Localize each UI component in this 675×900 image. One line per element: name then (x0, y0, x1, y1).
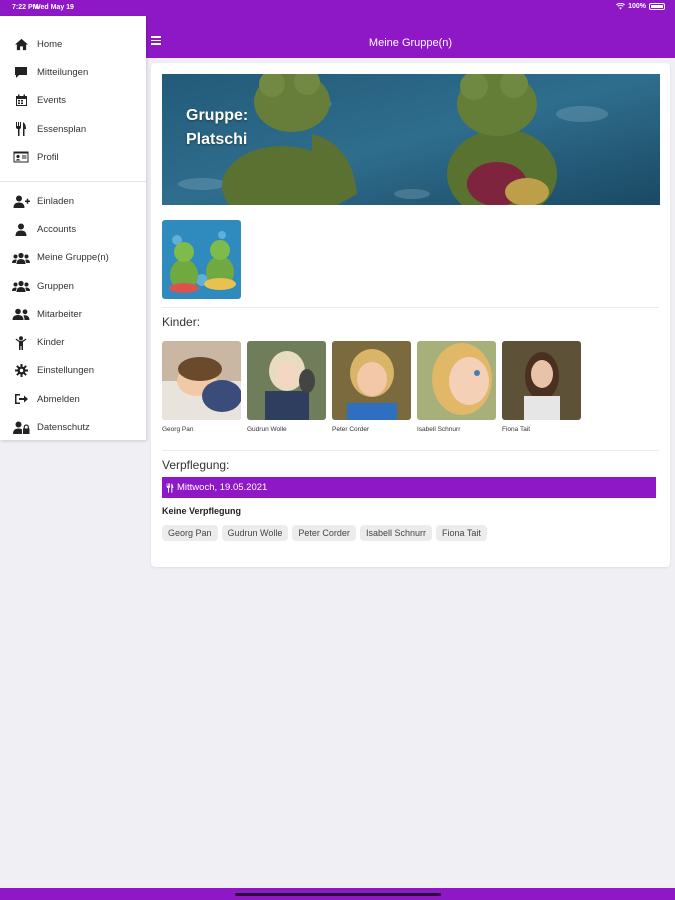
battery-percent: 100% (628, 3, 646, 10)
sidebar-item-home[interactable]: Home (0, 30, 146, 58)
sidebar-group-main: Home Mitteilungen Events Essensplan Prof… (0, 30, 146, 171)
sidebar-item-accounts[interactable]: Accounts (0, 215, 146, 243)
sidebar-item-einstellungen[interactable]: Einstellungen (0, 357, 146, 385)
child-chip[interactable]: Fiona Tait (435, 525, 487, 541)
sidebar-item-meine-gruppen[interactable]: Meine Gruppe(n) (0, 244, 146, 272)
user-friends-icon (12, 307, 30, 321)
gear-icon (12, 364, 30, 378)
child-name: Gudrun Wolle (247, 426, 287, 433)
sidebar-item-label: Gruppen (37, 280, 74, 292)
sidebar-item-label: Mitarbeiter (37, 308, 82, 320)
app-bar: Meine Gruppe(n) (146, 16, 675, 58)
child-chip[interactable]: Georg Pan (162, 525, 218, 541)
status-date: Wed May 19 (34, 4, 74, 11)
divider (162, 307, 659, 308)
child-photo (247, 341, 326, 420)
sidebar-item-mitarbeiter[interactable]: Mitarbeiter (0, 300, 146, 328)
child-card[interactable]: Peter Corder (332, 341, 411, 433)
sidebar: Home Mitteilungen Events Essensplan Prof… (0, 16, 146, 440)
sidebar-item-label: Profil (37, 151, 59, 163)
child-photo (162, 341, 241, 420)
cutlery-icon (166, 482, 174, 493)
sidebar-group-admin: Einladen Accounts Meine Gruppe(n) Gruppe… (0, 187, 146, 442)
id-card-icon (12, 150, 30, 164)
status-bar: 7:22 PM Wed May 19 100% (0, 0, 675, 16)
wifi-icon (616, 3, 626, 10)
page-title: Meine Gruppe(n) (368, 37, 453, 49)
sidebar-item-label: Mitteilungen (37, 66, 89, 78)
calendar-icon (12, 94, 30, 108)
group-title: Gruppe: Platschi (186, 104, 248, 152)
sidebar-item-einladen[interactable]: Einladen (0, 187, 146, 215)
home-icon (12, 37, 30, 51)
children-list: Georg Pan Gudrun Wolle Peter Corder Isab… (162, 341, 581, 433)
battery-icon (649, 3, 665, 10)
sidebar-item-abmelden[interactable]: Abmelden (0, 385, 146, 413)
child-icon (12, 335, 30, 350)
sidebar-item-label: Home (37, 38, 63, 50)
sidebar-item-label: Datenschutz (37, 422, 90, 434)
sidebar-item-label: Meine Gruppe(n) (37, 252, 109, 264)
meal-day-bar[interactable]: Mittwoch, 19.05.2021 (162, 477, 656, 498)
child-photo (332, 341, 411, 420)
child-chip[interactable]: Gudrun Wolle (221, 525, 289, 541)
sidebar-item-label: Einstellungen (37, 365, 95, 377)
sidebar-item-profil[interactable]: Profil (0, 143, 146, 171)
sidebar-item-datenschutz[interactable]: Datenschutz (0, 413, 146, 441)
user-lock-icon (12, 421, 30, 435)
message-icon (12, 65, 30, 79)
cutlery-icon (12, 122, 30, 137)
sidebar-item-events[interactable]: Events (0, 87, 146, 115)
users-icon (12, 251, 30, 265)
no-meal-label: Keine Verpflegung (162, 506, 242, 516)
sidebar-item-essensplan[interactable]: Essensplan (0, 115, 146, 143)
sign-out-icon (12, 392, 30, 406)
sidebar-item-mitteilungen[interactable]: Mitteilungen (0, 58, 146, 86)
sidebar-item-label: Abmelden (37, 393, 80, 405)
child-chip[interactable]: Peter Corder (292, 525, 356, 541)
user-plus-icon (12, 194, 30, 208)
sidebar-item-gruppen[interactable]: Gruppen (0, 272, 146, 300)
sidebar-item-label: Einladen (37, 195, 74, 207)
sidebar-item-label: Events (37, 95, 67, 107)
divider (162, 450, 659, 451)
group-title-line1: Gruppe: (186, 107, 249, 124)
child-name: Peter Corder (332, 426, 370, 433)
child-card[interactable]: Georg Pan (162, 341, 241, 433)
group-thumbnail[interactable] (162, 220, 241, 299)
sidebar-item-label: Accounts (37, 223, 77, 235)
child-name: Georg Pan (162, 426, 194, 433)
child-chip[interactable]: Isabell Schnurr (359, 525, 432, 541)
sidebar-item-kinder[interactable]: Kinder (0, 328, 146, 356)
verpflegung-heading: Verpflegung: (162, 458, 230, 472)
child-name: Fiona Tait (502, 426, 531, 433)
user-icon (12, 222, 30, 236)
child-photo (417, 341, 496, 420)
group-banner-image: Gruppe: Platschi (162, 74, 660, 205)
meal-day-label: Mittwoch, 19.05.2021 (177, 482, 268, 493)
child-photo (502, 341, 581, 420)
child-card[interactable]: Isabell Schnurr (417, 341, 496, 433)
sidebar-item-label: Kinder (37, 337, 65, 349)
child-card[interactable]: Gudrun Wolle (247, 341, 326, 433)
child-name: Isabell Schnurr (417, 426, 461, 433)
kinder-heading: Kinder: (162, 315, 201, 329)
status-right: 100% (616, 3, 665, 10)
no-meal-children-chips: Georg Pan Gudrun Wolle Peter Corder Isab… (162, 525, 487, 541)
sidebar-divider (0, 181, 146, 182)
home-indicator[interactable] (235, 893, 441, 896)
users-icon (12, 279, 30, 293)
child-card[interactable]: Fiona Tait (502, 341, 581, 433)
group-title-line2: Platschi (186, 131, 248, 148)
sidebar-item-label: Essensplan (37, 123, 87, 135)
group-card: Gruppe: Platschi Kinder: Georg Pan Gudru… (151, 63, 670, 567)
